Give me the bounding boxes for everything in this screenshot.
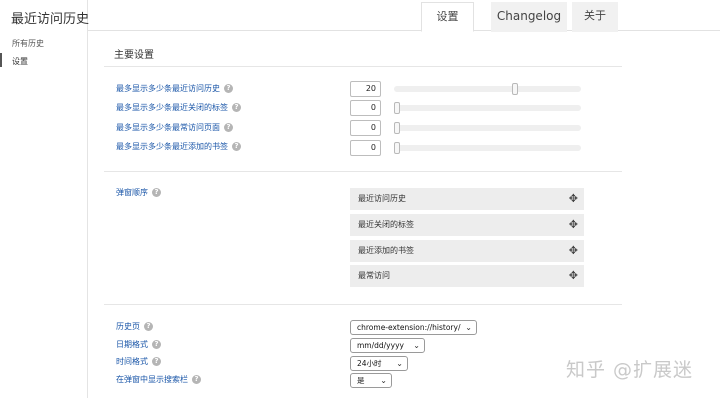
help-icon[interactable]: ? — [144, 322, 153, 331]
time-format-text: 时间格式 — [116, 357, 148, 366]
help-icon[interactable]: ? — [152, 340, 161, 349]
bookmarks-count-slider[interactable] — [394, 142, 581, 154]
date-format-label: 日期格式 ? — [116, 339, 161, 350]
tab-changelog[interactable]: Changelog — [491, 2, 567, 32]
most-visited-count-text: 最多显示多少条最常访问页面 — [116, 123, 220, 132]
date-format-select[interactable]: mm/dd/yyyy ⌄ — [350, 338, 425, 353]
show-search-value: 是 — [357, 376, 365, 385]
tab-settings[interactable]: 设置 — [421, 2, 474, 32]
help-icon[interactable]: ? — [232, 142, 241, 151]
divider — [104, 304, 622, 305]
popup-order-label: 弹窗顺序 ? — [116, 187, 161, 198]
bookmarks-count-input[interactable]: 0 — [350, 140, 381, 156]
show-search-select[interactable]: 是 ⌄ — [350, 373, 392, 388]
chevron-down-icon: ⌄ — [465, 323, 472, 332]
closed-tabs-count-label: 最多显示多少条最近关闭的标签 ? — [116, 102, 241, 113]
move-icon[interactable]: ✥ — [569, 240, 578, 262]
divider — [104, 66, 622, 67]
chevron-down-icon: ⌄ — [413, 341, 420, 350]
tab-about[interactable]: 关于 — [572, 2, 618, 32]
help-icon[interactable]: ? — [232, 103, 241, 112]
time-format-value: 24小时 — [357, 359, 382, 368]
closed-tabs-count-text: 最多显示多少条最近关闭的标签 — [116, 103, 228, 112]
order-item[interactable]: 最近添加的书签 ✥ — [350, 240, 584, 262]
history-page-text: 历史页 — [116, 322, 140, 331]
most-visited-count-input[interactable]: 0 — [350, 120, 381, 136]
order-item[interactable]: 最常访问 ✥ — [350, 265, 584, 287]
tab-bar: 设置 Changelog 关于 — [88, 0, 720, 32]
show-search-text: 在弹窗中显示搜索栏 — [116, 375, 188, 384]
history-count-text: 最多显示多少条最近访问历史 — [116, 84, 220, 93]
most-visited-count-slider[interactable] — [394, 122, 581, 134]
section-title: 主要设置 — [114, 50, 154, 61]
order-item-label: 最近访问历史 — [358, 194, 406, 203]
help-icon[interactable]: ? — [152, 357, 161, 366]
history-count-input[interactable]: 20 — [350, 81, 381, 97]
closed-tabs-count-input[interactable]: 0 — [350, 100, 381, 116]
bookmarks-count-text: 最多显示多少条最近添加的书签 — [116, 142, 228, 151]
help-icon[interactable]: ? — [192, 375, 201, 384]
order-item-label: 最近关闭的标签 — [358, 220, 414, 229]
slider-thumb[interactable] — [394, 122, 400, 134]
order-item[interactable]: 最近关闭的标签 ✥ — [350, 214, 584, 236]
bookmarks-count-label: 最多显示多少条最近添加的书签 ? — [116, 141, 241, 152]
history-page-select[interactable]: chrome-extension://history/ ⌄ — [350, 320, 477, 335]
closed-tabs-count-slider[interactable] — [394, 102, 581, 114]
watermark: 知乎 @扩展迷 — [566, 359, 694, 381]
move-icon[interactable]: ✥ — [569, 214, 578, 236]
move-icon[interactable]: ✥ — [569, 265, 578, 287]
history-page-label: 历史页 ? — [116, 321, 153, 332]
sidebar-item-settings[interactable]: 设置 — [12, 56, 28, 67]
order-item[interactable]: 最近访问历史 ✥ — [350, 188, 584, 210]
date-format-text: 日期格式 — [116, 340, 148, 349]
help-icon[interactable]: ? — [224, 84, 233, 93]
time-format-label: 时间格式 ? — [116, 356, 161, 367]
chevron-down-icon: ⌄ — [396, 359, 403, 368]
slider-thumb[interactable] — [394, 142, 400, 154]
app-title: 最近访问历史 — [11, 12, 90, 27]
time-format-select[interactable]: 24小时 ⌄ — [350, 356, 408, 371]
history-count-slider[interactable] — [394, 83, 581, 95]
slider-thumb[interactable] — [512, 83, 518, 95]
popup-order-text: 弹窗顺序 — [116, 188, 148, 197]
sidebar-active-indicator — [0, 53, 2, 67]
help-icon[interactable]: ? — [152, 188, 161, 197]
show-search-label: 在弹窗中显示搜索栏 ? — [116, 374, 201, 385]
history-count-label: 最多显示多少条最近访问历史 ? — [116, 83, 233, 94]
move-icon[interactable]: ✥ — [569, 188, 578, 210]
divider — [104, 171, 622, 172]
sidebar: 最近访问历史 所有历史 设置 — [0, 0, 90, 398]
most-visited-count-label: 最多显示多少条最常访问页面 ? — [116, 122, 233, 133]
history-page-value: chrome-extension://history/ — [357, 323, 461, 332]
sidebar-item-all-history[interactable]: 所有历史 — [12, 38, 44, 49]
slider-thumb[interactable] — [394, 102, 400, 114]
order-item-label: 最近添加的书签 — [358, 246, 414, 255]
help-icon[interactable]: ? — [224, 123, 233, 132]
order-item-label: 最常访问 — [358, 271, 390, 280]
chevron-down-icon: ⌄ — [380, 376, 387, 385]
date-format-value: mm/dd/yyyy — [357, 341, 404, 350]
